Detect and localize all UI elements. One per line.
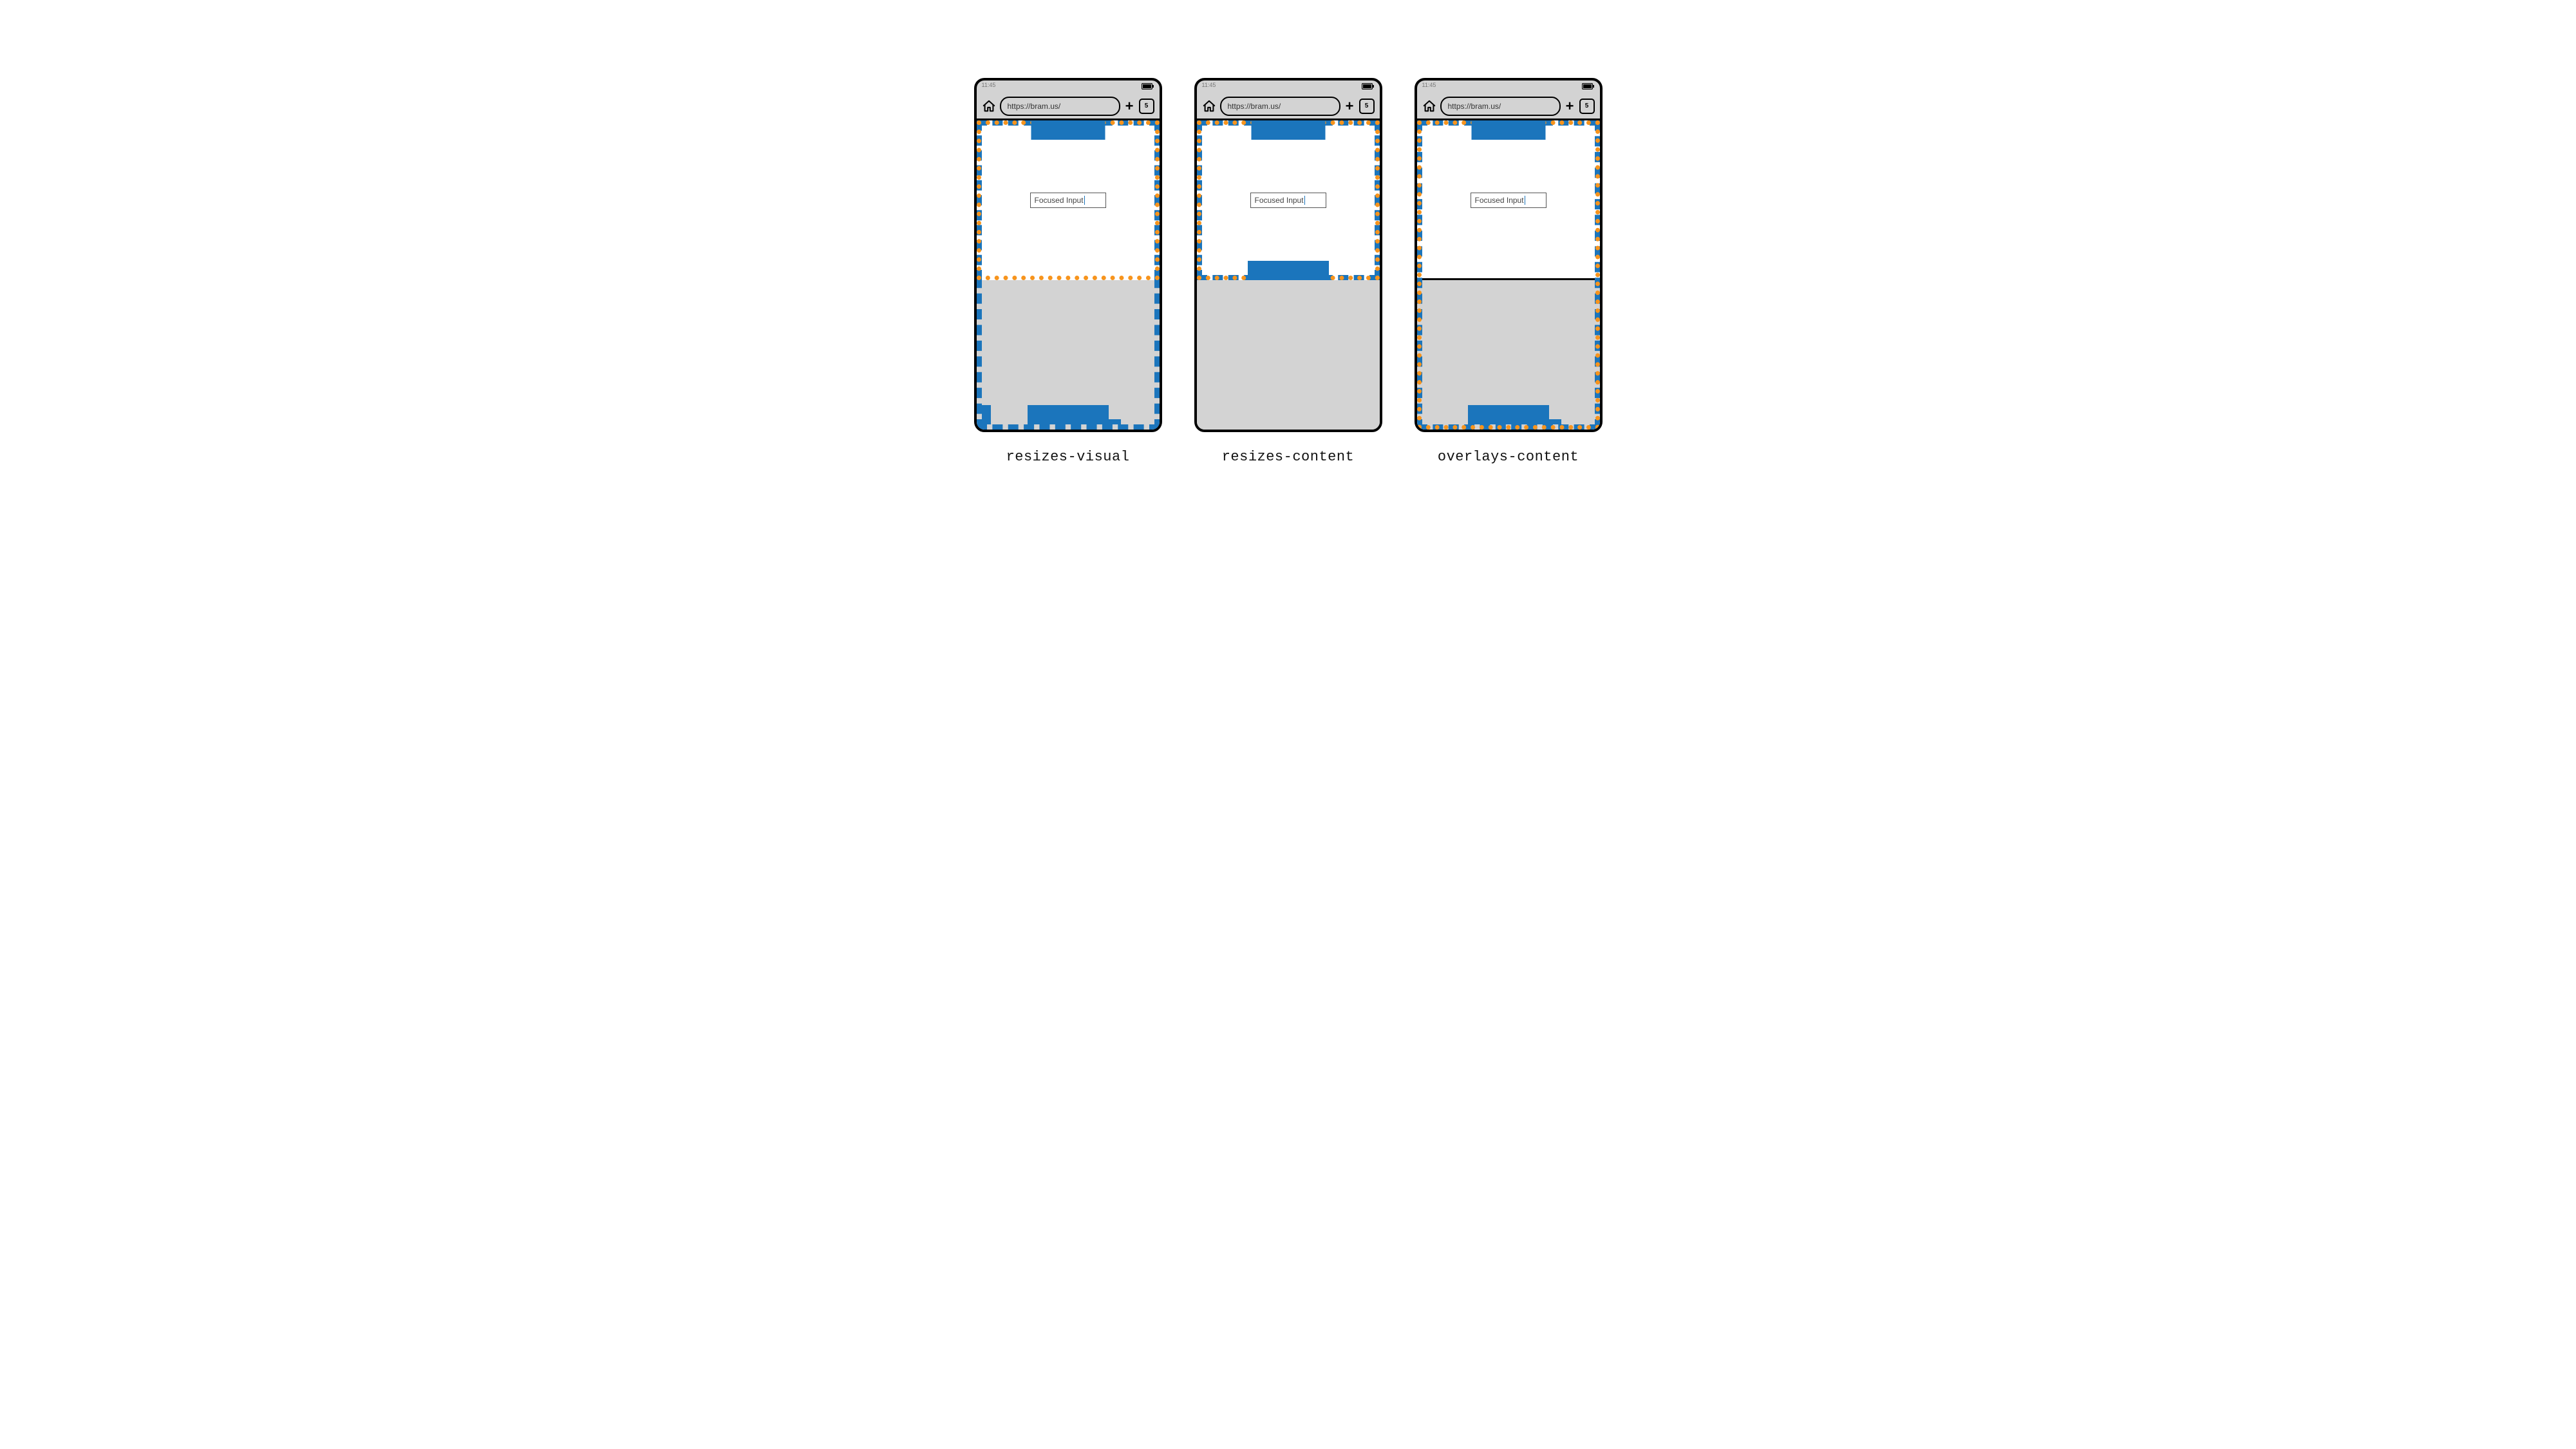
browser-chrome: https://bram.us/ + 5 (1197, 93, 1380, 120)
caption-resizes-visual: resizes-visual (1006, 449, 1130, 465)
fixed-bottom-element (1248, 261, 1329, 280)
viewport-area: Focused Input (977, 120, 1160, 430)
column-overlays-content: 11:45 https://bram.us/ (1415, 78, 1603, 465)
tab-count-button[interactable]: 5 (1359, 99, 1375, 114)
viewport-area: Focused Input (1417, 120, 1600, 430)
tab-count-value: 5 (1145, 102, 1149, 109)
home-icon[interactable] (1422, 99, 1436, 113)
viewport-area: Focused Input (1197, 120, 1380, 430)
diagram-stage: 11:45 https://bram.us/ (805, 0, 1771, 544)
text-caret (1304, 196, 1305, 205)
tab-count-value: 5 (1585, 102, 1589, 109)
focused-input-label: Focused Input (1475, 196, 1524, 205)
phone-frame: 11:45 https://bram.us/ (974, 78, 1162, 432)
column-resizes-content: 11:45 https://bram.us/ (1194, 78, 1382, 465)
url-bar[interactable]: https://bram.us/ (1000, 97, 1120, 116)
clock-label: 11:45 (1202, 82, 1216, 88)
url-text: https://bram.us/ (1008, 102, 1061, 111)
clock-label: 11:45 (1422, 82, 1436, 88)
tab-count-value: 5 (1365, 102, 1369, 109)
fixed-top-element (1251, 120, 1325, 140)
battery-icon (1142, 83, 1154, 90)
browser-chrome: https://bram.us/ + 5 (977, 93, 1160, 120)
battery-icon (1582, 83, 1595, 90)
column-resizes-visual: 11:45 https://bram.us/ (974, 78, 1162, 465)
fixed-bottom-strip (1506, 419, 1561, 424)
caption-resizes-content: resizes-content (1222, 449, 1355, 465)
status-bar: 11:45 (1197, 80, 1380, 93)
browser-chrome: https://bram.us/ + 5 (1417, 93, 1600, 120)
home-icon[interactable] (982, 99, 996, 113)
focused-input-wrap: Focused Input (1250, 193, 1326, 208)
focused-input-label: Focused Input (1255, 196, 1304, 205)
focused-input-label: Focused Input (1035, 196, 1084, 205)
url-bar[interactable]: https://bram.us/ (1440, 97, 1561, 116)
focused-input-wrap: Focused Input (1471, 193, 1547, 208)
fixed-bottom-strip (1066, 419, 1121, 424)
tab-count-button[interactable]: 5 (1579, 99, 1595, 114)
status-bar: 11:45 (977, 80, 1160, 93)
text-caret (1084, 196, 1085, 205)
new-tab-button[interactable]: + (1344, 99, 1355, 113)
status-bar: 11:45 (1417, 80, 1600, 93)
visual-viewport-outline (1417, 120, 1600, 430)
home-icon[interactable] (1202, 99, 1216, 113)
focused-input[interactable]: Focused Input (1471, 193, 1547, 208)
fixed-top-element (1031, 120, 1105, 140)
focused-input[interactable]: Focused Input (1250, 193, 1326, 208)
clock-label: 11:45 (982, 82, 996, 88)
focused-input-wrap: Focused Input (1030, 193, 1106, 208)
fixed-bottom-left (982, 405, 991, 424)
fixed-top-element (1471, 120, 1545, 140)
virtual-keyboard (1197, 278, 1380, 430)
caption-overlays-content: overlays-content (1438, 449, 1579, 465)
phone-frame: 11:45 https://bram.us/ (1415, 78, 1603, 432)
url-bar[interactable]: https://bram.us/ (1220, 97, 1340, 116)
url-text: https://bram.us/ (1448, 102, 1501, 111)
url-text: https://bram.us/ (1228, 102, 1281, 111)
new-tab-button[interactable]: + (1124, 99, 1135, 113)
new-tab-button[interactable]: + (1565, 99, 1575, 113)
battery-icon (1362, 83, 1375, 90)
focused-input[interactable]: Focused Input (1030, 193, 1106, 208)
tab-count-button[interactable]: 5 (1139, 99, 1154, 114)
phone-frame: 11:45 https://bram.us/ (1194, 78, 1382, 432)
